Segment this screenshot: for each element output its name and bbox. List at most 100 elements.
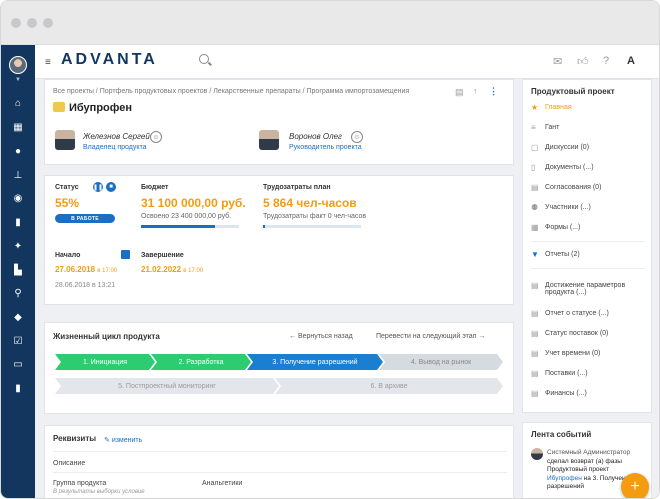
back-button[interactable]: ← Вернуться назад — [289, 333, 353, 340]
end-time: в 17:00 — [183, 268, 204, 274]
report-item[interactable]: ▤ Статус поставок (0) — [531, 330, 608, 338]
next-stage-button[interactable]: Перевести на следующий этап → — [376, 333, 485, 340]
arrow-up-icon[interactable]: ↑ — [473, 86, 478, 96]
start-label: Начало — [55, 252, 81, 259]
user-role-icon[interactable]: ☺ — [351, 131, 363, 143]
nav-item-gantt[interactable]: ≡ Гант — [531, 124, 559, 132]
stage-development[interactable]: 2. Разработка — [151, 354, 251, 370]
lifecycle-title: Жизненный цикл продукта — [53, 332, 160, 341]
sparkle-icon[interactable]: ✦ — [10, 239, 26, 253]
avatar[interactable] — [531, 448, 543, 460]
nav-item-main[interactable]: ★ Главная — [531, 104, 572, 112]
budget-progress-fill — [141, 225, 215, 228]
report-item[interactable]: ▤ Финансы (...) — [531, 390, 587, 398]
user-avatar[interactable] — [9, 56, 27, 74]
nav-item-discussions[interactable]: ▢ Дискуссии (0) — [531, 144, 589, 152]
document-icon[interactable]: ▤ — [455, 87, 464, 98]
product-group-label: Группа продукта — [53, 480, 107, 487]
hierarchy-icon[interactable]: ⊥ — [10, 168, 26, 182]
avatar[interactable] — [55, 130, 75, 150]
group-icon: ⚉ — [531, 203, 539, 212]
help-icon[interactable]: ? — [603, 55, 609, 67]
calendar-icon[interactable] — [121, 250, 130, 259]
owner-role[interactable]: Владелец продукта — [83, 144, 147, 151]
start-date-line: 27.06.2018 в 17:00 — [55, 265, 117, 274]
stage-permits[interactable]: 3. Получение разрешений — [247, 354, 383, 370]
logo[interactable]: ADVANTA — [61, 51, 158, 69]
report-item-label: Статус поставок (0) — [545, 330, 609, 337]
labor-progress-bar — [263, 225, 361, 228]
nav-item-forms[interactable]: ▦ Формы (...) — [531, 224, 580, 232]
nav-item-participants[interactable]: ⚉ Участники (...) — [531, 204, 591, 212]
target-icon[interactable]: ◉ — [10, 191, 26, 205]
user-role-icon[interactable]: ☺ — [150, 131, 162, 143]
calendar-icon[interactable]: ▦ — [10, 120, 26, 134]
stage-monitoring[interactable]: 5. Постпроектный мониторинг — [55, 378, 279, 394]
chevron-down-icon: ▼ — [531, 250, 539, 259]
chevron-down-icon[interactable]: ▼ — [15, 77, 21, 83]
divider — [53, 451, 507, 452]
main-content: Все проекты / Портфель продуктовых проек… — [35, 79, 659, 498]
report-icon: ▤ — [531, 369, 539, 378]
bookmark-icon[interactable]: ▮ — [10, 381, 26, 395]
next-stage-label: Перевести на следующий этап — [376, 333, 477, 340]
nav-reports-toggle[interactable]: ▼ Отчеты (2) — [531, 251, 580, 259]
project-stats-card: Статус ❚❚ ■ 55% В РАБОТЕ Бюджет 31 100 0… — [44, 175, 514, 305]
avatar[interactable] — [259, 130, 279, 150]
report-item[interactable]: ▤ Отчет о статусе (...) — [531, 310, 609, 318]
stage-initiation[interactable]: 1. Инициация — [55, 354, 155, 370]
product-group-value: Анальгетики — [202, 480, 243, 487]
pause-icon[interactable]: ❚❚ — [93, 182, 103, 192]
owner-name[interactable]: Железнов Сергей — [83, 132, 150, 141]
feed-link[interactable]: Ибупрофен — [547, 475, 582, 482]
thumbs-up-icon[interactable]: 👍︎ — [577, 55, 589, 68]
nav-item-label: Участники (...) — [545, 204, 591, 211]
start-note: 28.06.2018 в 13:21 — [55, 282, 116, 289]
report-icon: ▤ — [531, 349, 539, 358]
divider — [53, 472, 507, 473]
window-dot[interactable] — [27, 18, 37, 28]
end-date: 21.02.2022 — [141, 265, 182, 274]
nav-item-approvals[interactable]: ▤ Согласования (0) — [531, 184, 601, 192]
budget-label: Бюджет — [141, 184, 169, 191]
cube-icon[interactable]: ◆ — [10, 310, 26, 324]
mail-icon[interactable]: ✉ — [553, 55, 562, 68]
menu-icon[interactable]: ≡ — [45, 57, 51, 68]
window-icon[interactable]: ▭ — [10, 357, 26, 371]
stage-archive[interactable]: 6. В архиве — [275, 378, 503, 394]
stop-icon[interactable]: ■ — [106, 182, 116, 192]
feed-author[interactable]: Системный Администратор — [547, 449, 647, 458]
document-icon: ▯ — [531, 163, 536, 172]
nav-item-label: Дискуссии (0) — [545, 144, 590, 151]
breadcrumb[interactable]: Все проекты / Портфель продуктовых проек… — [53, 88, 409, 95]
runner-icon[interactable]: ⚲ — [10, 286, 26, 300]
window-dot[interactable] — [43, 18, 53, 28]
product-group-hint: В результаты выборки условие — [53, 489, 145, 495]
more-icon[interactable]: ⋮ — [489, 86, 498, 97]
feed-title: Лента событий — [531, 430, 592, 439]
shoe-icon[interactable]: ▙ — [10, 263, 26, 277]
stage-market[interactable]: 4. Вывод на рынок — [379, 354, 503, 370]
panel-title: Продуктовый проект — [531, 87, 615, 96]
report-item[interactable]: ▤ Поставки (...) — [531, 370, 588, 378]
report-item-label: Достижение параметров продукта (...) — [545, 282, 626, 296]
add-button[interactable]: + — [621, 473, 649, 498]
manager-name[interactable]: Воронов Олег — [289, 132, 342, 141]
search-icon[interactable] — [199, 54, 209, 64]
checklist-icon[interactable]: ☑ — [10, 334, 26, 348]
chat-icon: ▢ — [531, 143, 539, 152]
window-dot[interactable] — [11, 18, 21, 28]
status-badge[interactable]: В РАБОТЕ — [55, 214, 115, 223]
users-icon[interactable]: ● — [10, 144, 26, 158]
manager-role[interactable]: Руководитель проекта — [289, 144, 362, 151]
report-item[interactable]: ▤ Достижение параметров продукта (...) — [531, 282, 649, 297]
nav-item-documents[interactable]: ▯ Документы (...) — [531, 164, 594, 172]
nav-item-label: Отчеты (2) — [545, 251, 580, 258]
edit-link[interactable]: ✎ изменить — [104, 436, 142, 444]
home-icon[interactable]: ⌂ — [10, 96, 26, 110]
folder-icon — [53, 102, 65, 112]
lifecycle-card: Жизненный цикл продукта ← Вернуться наза… — [44, 322, 514, 414]
chart-icon[interactable]: ▮ — [10, 215, 26, 229]
font-icon[interactable]: A — [627, 55, 635, 67]
report-item[interactable]: ▤ Учет времени (0) — [531, 350, 600, 358]
